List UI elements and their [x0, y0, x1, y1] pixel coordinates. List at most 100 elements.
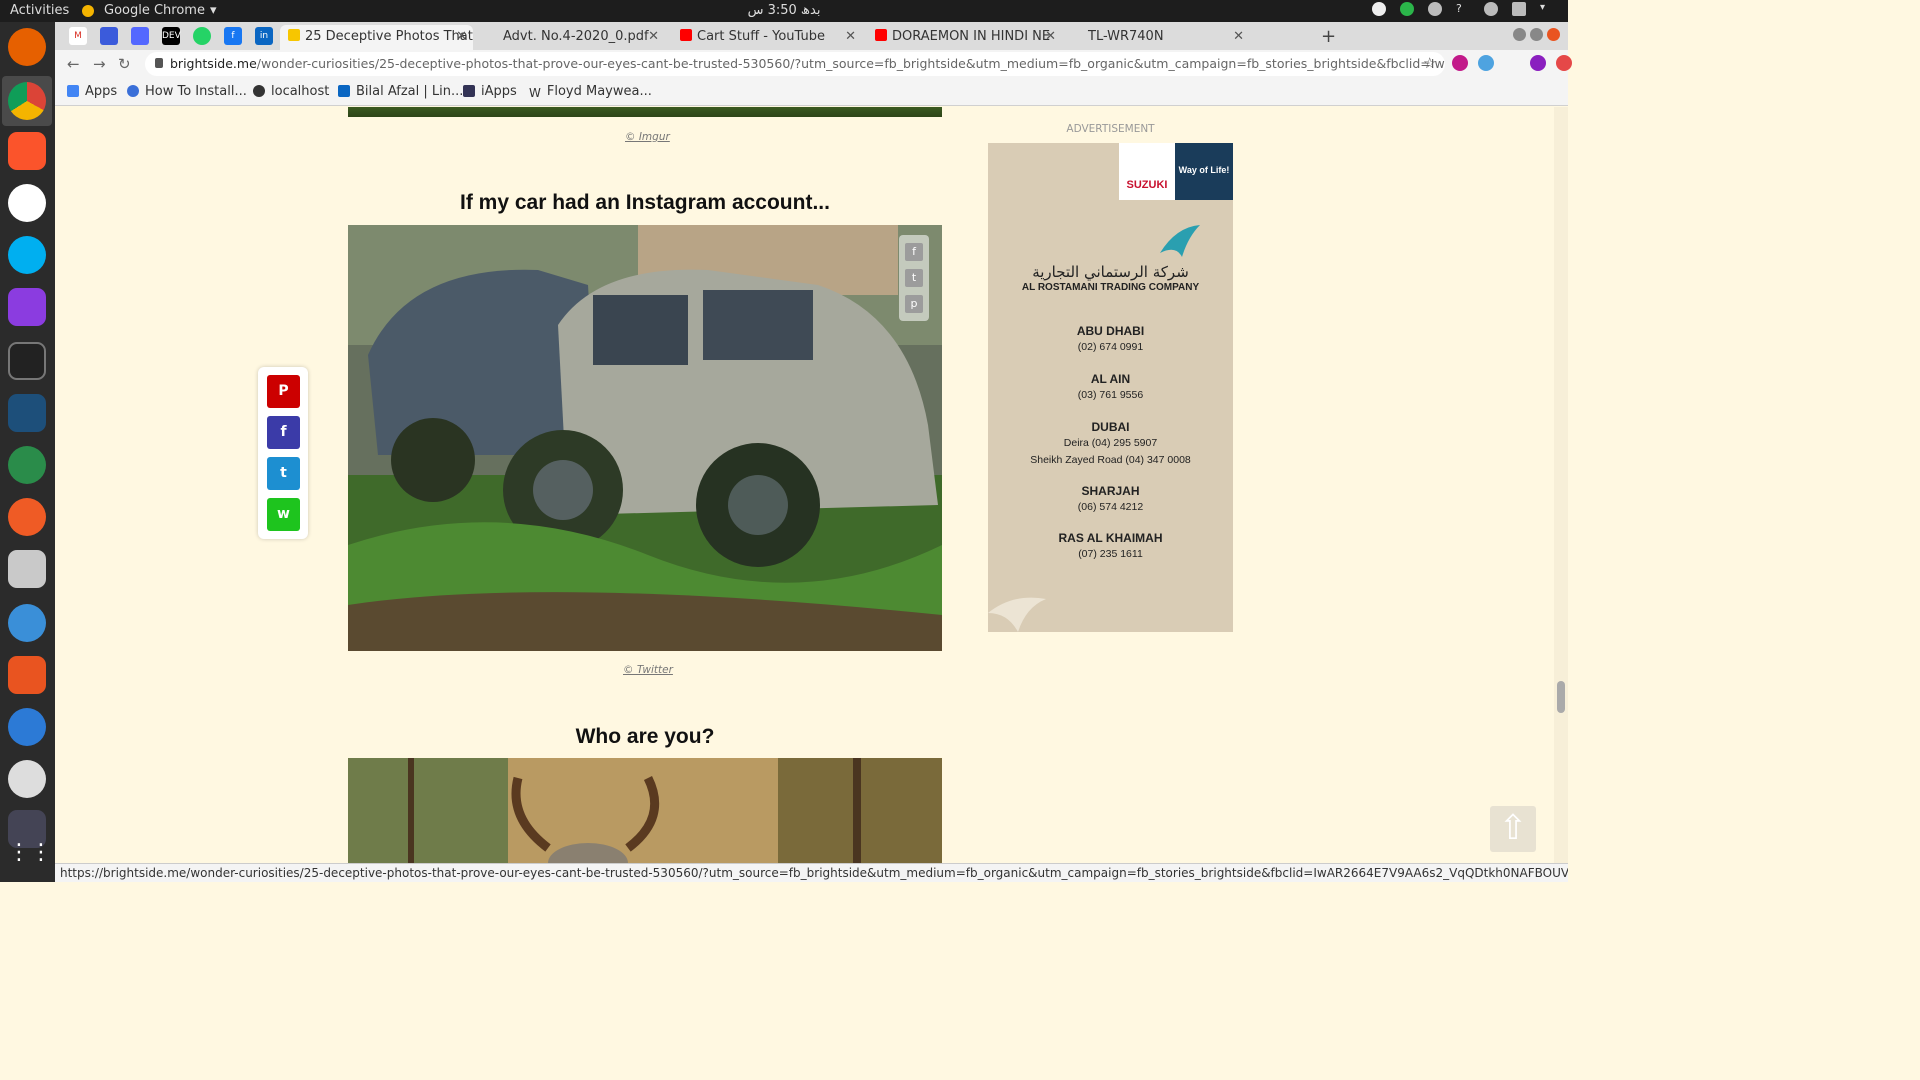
office-phone: (03) 761 9556 [1077, 389, 1144, 401]
minimize-button[interactable] [1513, 28, 1526, 41]
tab-youtube-cart[interactable]: Cart Stuff - YouTube ✕ [672, 25, 862, 50]
gmail-pinned-tab[interactable]: M [69, 27, 87, 45]
record-icon[interactable] [1372, 2, 1386, 16]
whatsapp-pinned-tab[interactable] [193, 27, 211, 45]
files-icon[interactable] [8, 550, 46, 588]
tab-brightside[interactable]: 25 Deceptive Photos That ✕ [280, 25, 473, 50]
bookmark-how-to-install[interactable]: How To Install... [127, 84, 247, 99]
slack-icon[interactable] [8, 184, 46, 222]
bookmark-iapps[interactable]: iApps [463, 84, 517, 99]
close-tab-icon[interactable]: ✕ [845, 29, 856, 44]
rocket-icon[interactable] [8, 446, 46, 484]
photo-credit-link[interactable]: © Twitter [623, 664, 673, 676]
photo-credit-link[interactable]: © Imgur [625, 131, 670, 143]
url-domain: brightside.me [170, 56, 257, 71]
profile-avatar[interactable] [1530, 55, 1546, 71]
show-apps-icon[interactable]: ⋮⋮ [8, 840, 52, 878]
url-path: /wonder-curiosities/25-deceptive-photos-… [256, 56, 1445, 71]
tab-router[interactable]: TL-WR740N ✕ [1080, 25, 1250, 50]
close-tab-icon[interactable]: ✕ [456, 29, 467, 44]
office-city: AL AIN [1090, 372, 1131, 386]
advertisement-banner[interactable]: SUZUKI Way of Life! شركة الرستماني التجا… [988, 143, 1233, 632]
globe-icon [253, 85, 265, 97]
postman-icon[interactable] [8, 498, 46, 536]
reload-icon[interactable]: ↻ [118, 55, 131, 73]
maximize-button[interactable] [1530, 28, 1543, 41]
back-icon[interactable]: ← [67, 55, 80, 73]
office-phone: (07) 235 1611 [1078, 548, 1143, 560]
twitter-share-icon[interactable]: t [905, 269, 923, 287]
bookmark-star-icon[interactable]: ☆ [1423, 54, 1436, 72]
facebook-pinned-tab[interactable]: f [224, 27, 242, 45]
close-tab-icon[interactable]: ✕ [648, 29, 659, 44]
lock-icon[interactable] [155, 58, 163, 68]
software-center-icon[interactable] [8, 656, 46, 694]
volume-icon[interactable] [1484, 2, 1498, 16]
linkedin-icon [338, 85, 350, 97]
scrollbar-thumb[interactable] [1557, 681, 1565, 713]
advertisement-label: ADVERTISEMENT [1066, 123, 1155, 135]
office-sharjah: SHARJAH (06) 574 4212 [988, 484, 1233, 513]
scroll-to-top-button[interactable]: ⇧ [1490, 806, 1536, 852]
firefox-icon[interactable] [8, 28, 46, 66]
bookmark-label: Floyd Maywea... [546, 84, 652, 99]
battery-icon[interactable] [1512, 2, 1526, 16]
bookmark-apps[interactable]: Apps [67, 84, 117, 99]
twitter-share-button[interactable]: t [267, 457, 300, 490]
pinterest-share-icon[interactable]: p [905, 295, 923, 313]
extension-moon-icon[interactable] [1452, 55, 1468, 71]
facebook-share-icon[interactable]: f [905, 243, 923, 261]
check-icon[interactable] [1400, 2, 1414, 16]
tab-strip: M DEV f in 25 Deceptive Photos That ✕ Ad… [55, 22, 1568, 50]
office-city: RAS AL KHAIMAH [1058, 531, 1163, 545]
mysql-workbench-icon[interactable] [8, 394, 46, 432]
brave-icon[interactable] [8, 132, 46, 170]
pinterest-share-button[interactable]: P [267, 375, 300, 408]
rhythmbox-icon[interactable] [8, 760, 46, 798]
slack-tray-icon[interactable] [1428, 2, 1442, 16]
phpstorm-icon[interactable] [8, 288, 46, 326]
dev-pinned-tab[interactable]: DEV [162, 27, 181, 45]
office-dubai: DUBAI Deira (04) 295 5907 Sheikh Zayed Roa… [988, 420, 1233, 471]
tab-pdf[interactable]: Advt. No.4-2020_0.pdf ✕ [495, 25, 665, 50]
page-scrollbar[interactable] [1554, 107, 1568, 863]
help-dock-icon[interactable] [8, 604, 46, 642]
linkedin-pinned-tab[interactable]: in [255, 27, 273, 45]
clock[interactable]: بدھ 3:50 س [0, 3, 1568, 18]
whatsapp-share-button[interactable]: w [267, 498, 300, 531]
close-tab-icon[interactable]: ✕ [1045, 29, 1056, 44]
office-city: SHARJAH [1081, 484, 1140, 498]
pinned-tab[interactable] [100, 27, 118, 45]
system-tray[interactable]: ? ▾ [1372, 2, 1554, 16]
bookmarks-bar: Apps How To Install... localhost Bilal A… [55, 78, 1568, 106]
close-window-button[interactable] [1547, 28, 1560, 41]
extension-icon[interactable] [1478, 55, 1494, 71]
bookmark-wikipedia[interactable]: W Floyd Maywea... [529, 84, 652, 100]
extension-alert-icon[interactable] [1556, 55, 1572, 71]
address-bar[interactable]: brightside.me/wonder-curiosities/25-dece… [145, 52, 1445, 76]
youtube-favicon [680, 29, 692, 41]
thunderbird-icon[interactable] [8, 708, 46, 746]
bookmark-label: Bilal Afzal | Lin... [356, 84, 464, 99]
power-menu-icon[interactable]: ▾ [1540, 2, 1554, 16]
company-name-arabic: شركة الرستماني التجارية [1032, 263, 1189, 281]
office-abu-dhabi: ABU DHABI (02) 674 0991 [988, 324, 1233, 353]
terminal-icon[interactable] [8, 342, 46, 380]
wikipedia-icon: W [529, 86, 541, 100]
new-tab-button[interactable]: + [1321, 26, 1336, 47]
close-tab-icon[interactable]: ✕ [1233, 29, 1244, 44]
window-controls [1513, 28, 1560, 41]
skype-icon[interactable] [8, 236, 46, 274]
bookmark-linkedin[interactable]: Bilal Afzal | Lin... [338, 84, 463, 99]
forward-icon[interactable]: → [93, 55, 106, 73]
help-icon[interactable]: ? [1456, 2, 1470, 16]
tab-youtube-doraemon[interactable]: DORAEMON IN HINDI NE ✕ [867, 25, 1062, 50]
office-al-ain: AL AIN (03) 761 9556 [988, 372, 1233, 401]
pinned-tab[interactable] [131, 27, 149, 45]
office-city: ABU DHABI [1076, 324, 1145, 338]
bookmark-localhost[interactable]: localhost [253, 84, 329, 99]
apps-grid-icon [67, 85, 79, 97]
chrome-dock-icon[interactable] [8, 82, 46, 120]
facebook-share-button[interactable]: f [267, 416, 300, 449]
suzuki-wordmark: SUZUKI [1119, 143, 1175, 200]
